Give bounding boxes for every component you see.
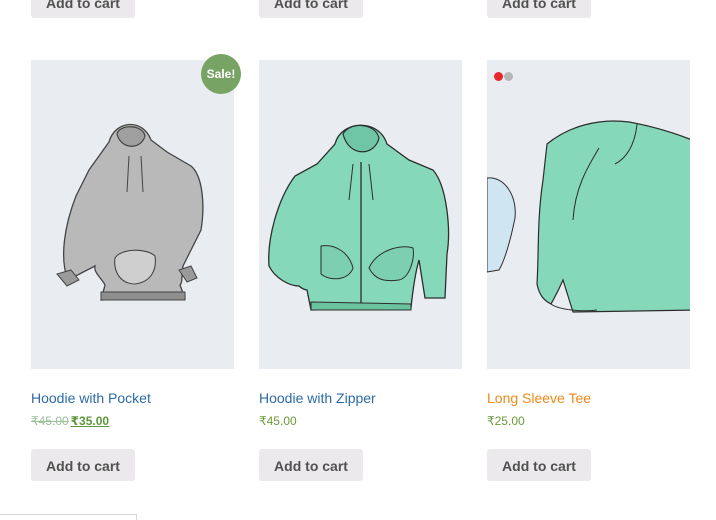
- product-title-link[interactable]: Hoodie with Zipper: [259, 390, 376, 406]
- gallery-dot-active[interactable]: [494, 72, 503, 81]
- mint-zip-hoodie-icon: [268, 124, 450, 311]
- product-price: ₹45.00 ₹35.00: [31, 414, 109, 428]
- old-price: ₹45.00: [31, 414, 69, 428]
- add-to-cart-button[interactable]: Add to cart: [31, 0, 135, 18]
- add-to-cart-button[interactable]: Add to cart: [259, 0, 363, 18]
- product-card[interactable]: [487, 60, 690, 369]
- mint-long-sleeve-tee-icon: [487, 120, 690, 313]
- add-to-cart-button[interactable]: Add to cart: [487, 0, 591, 18]
- sale-badge: Sale!: [201, 54, 241, 94]
- product-price: ₹25.00: [487, 414, 525, 428]
- product-title-link[interactable]: Hoodie with Pocket: [31, 390, 151, 406]
- product-image[interactable]: [487, 60, 690, 369]
- product-image[interactable]: [259, 60, 462, 369]
- add-to-cart-button[interactable]: Add to cart: [31, 449, 135, 481]
- divider: [136, 514, 137, 520]
- product-price: ₹45.00: [259, 414, 297, 428]
- add-to-cart-button[interactable]: Add to cart: [259, 449, 363, 481]
- product-card[interactable]: [31, 60, 234, 369]
- add-to-cart-button[interactable]: Add to cart: [487, 449, 591, 481]
- gallery-dots[interactable]: [494, 68, 514, 86]
- gallery-dot[interactable]: [504, 72, 513, 81]
- divider: [0, 514, 136, 515]
- gray-hoodie-with-pocket-icon: [56, 123, 204, 301]
- sale-price: ₹35.00: [70, 414, 110, 428]
- product-title-link[interactable]: Long Sleeve Tee: [487, 390, 591, 406]
- product-image[interactable]: [31, 60, 234, 369]
- product-card[interactable]: [259, 60, 462, 369]
